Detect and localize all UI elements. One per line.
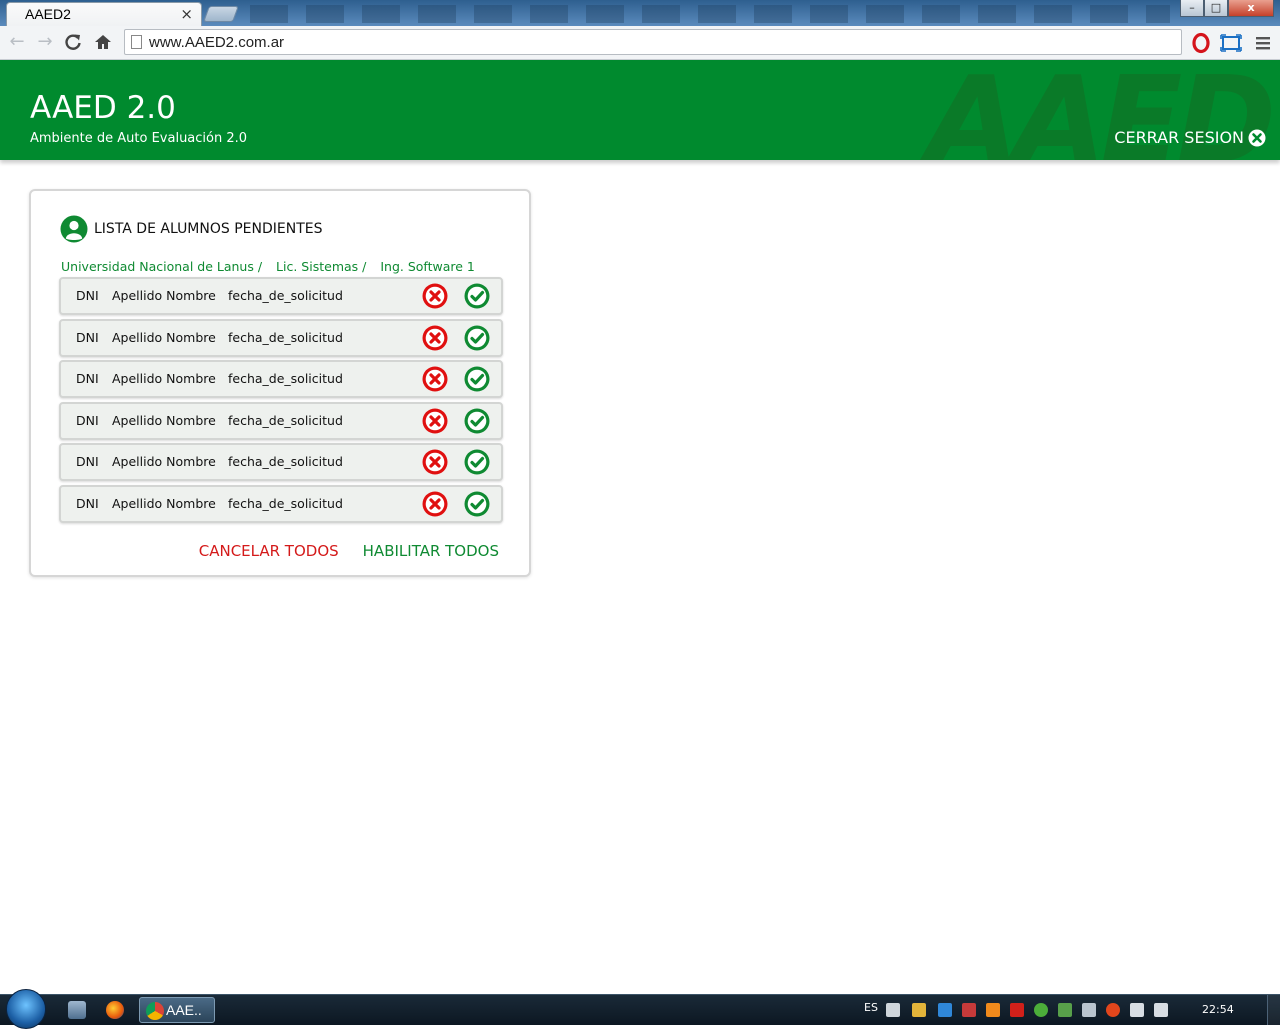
reject-icon[interactable] [422,408,448,434]
reject-icon[interactable] [422,325,448,351]
back-icon[interactable]: ← [6,31,28,53]
taskbar-task-label: AAE.. [166,1002,202,1018]
request-date: fecha_de_solicitud [228,495,343,511]
screenshot-extension-icon[interactable] [1220,32,1242,54]
cancel-all-button[interactable]: CANCELAR TODOS [199,542,339,560]
request-date: fecha_de_solicitud [228,412,343,428]
browser-tabstrip: AAED2 × – □ x [0,0,1280,26]
reject-icon[interactable] [422,449,448,475]
student-dni: DNI [76,412,99,428]
forward-icon[interactable]: → [34,31,56,53]
url-text: www.AAED2.com.ar [149,34,285,51]
student-dni: DNI [76,495,99,511]
new-tab-button[interactable] [203,6,239,22]
tray-app-icon[interactable] [1058,1003,1072,1017]
student-name: Apellido Nombre [112,454,216,469]
breadcrumb-course[interactable]: Ing. Software 1 [380,259,475,274]
keyboard-icon[interactable] [886,1003,900,1017]
network-icon[interactable] [1130,1003,1144,1017]
show-windows-icon[interactable] [68,1001,86,1019]
language-indicator[interactable]: ES [864,1001,878,1014]
dropbox-icon[interactable] [938,1003,952,1017]
browser-tab[interactable]: AAED2 × [6,2,202,26]
minimize-button[interactable]: – [1180,0,1204,17]
taskbar: AAE.. ES 22:54 [0,989,1280,1029]
utorrent-icon[interactable] [1034,1003,1048,1017]
breadcrumb-career[interactable]: Lic. Sistemas / [276,259,366,274]
accept-icon[interactable] [464,366,490,392]
logout-button[interactable]: CERRAR SESION [1114,128,1266,147]
pending-students-card: LISTA DE ALUMNOS PENDIENTES Universidad … [29,189,531,577]
tray-app-icon[interactable] [1106,1003,1120,1017]
students-list: DNI Apellido Nombre fecha_de_solicitud D… [59,277,503,526]
accept-icon[interactable] [464,408,490,434]
student-name: Apellido Nombre [112,371,216,386]
request-date: fecha_de_solicitud [228,454,343,469]
window-controls: – □ x [1180,0,1274,18]
user-icon [60,215,88,243]
reject-icon[interactable] [422,491,448,517]
app-title: AAED 2.0 [30,90,176,126]
address-bar[interactable]: www.AAED2.com.ar [124,29,1182,55]
student-row: DNI Apellido Nombre fecha_de_solicitud [59,484,503,523]
tab-title: AAED2 [25,6,71,22]
tab-close-icon[interactable]: × [180,5,193,23]
request-date: fecha_de_solicitud [228,288,343,303]
menu-icon[interactable] [1252,32,1274,54]
firefox-icon[interactable] [106,1001,124,1019]
student-row: DNI Apellido Nombre fecha_de_solicitud [59,443,503,481]
tray-app-icon[interactable] [912,1003,926,1017]
reject-icon[interactable] [422,283,448,309]
student-dni: DNI [76,454,99,469]
maximize-button[interactable]: □ [1204,0,1228,17]
app-header: AAED AAED 2.0 Ambiente de Auto Evaluació… [0,60,1280,160]
chrome-icon [146,1002,164,1020]
clock[interactable]: 22:54 [1202,1003,1234,1016]
tray-app-icon[interactable] [1082,1003,1096,1017]
start-button[interactable] [6,989,46,1029]
breadcrumb-university[interactable]: Universidad Nacional de Lanus / [61,259,262,274]
accept-icon[interactable] [464,283,490,309]
student-row: DNI Apellido Nombre fecha_de_solicitud [59,277,503,315]
student-name: Apellido Nombre [112,288,216,303]
show-desktop-button[interactable] [1267,995,1280,1025]
volume-icon[interactable] [1154,1003,1168,1017]
page-icon [131,35,142,49]
close-circle-icon [1248,129,1266,146]
browser-toolbar: ← → www.AAED2.com.ar [0,26,1280,60]
request-date: fecha_de_solicitud [228,371,343,386]
card-title: LISTA DE ALUMNOS PENDIENTES [94,221,323,237]
app-subtitle: Ambiente de Auto Evaluación 2.0 [30,131,248,146]
tray-app-icon[interactable] [962,1003,976,1017]
student-row: DNI Apellido Nombre fecha_de_solicitud [59,401,503,440]
card-header: LISTA DE ALUMNOS PENDIENTES [60,215,323,243]
reload-icon[interactable] [62,31,84,53]
student-row: DNI Apellido Nombre fecha_de_solicitud [59,318,503,357]
acrobat-icon[interactable] [1010,1003,1024,1017]
student-name: Apellido Nombre [112,412,216,428]
student-name: Apellido Nombre [112,329,216,345]
home-icon[interactable] [92,31,114,53]
accept-icon[interactable] [464,325,490,351]
student-dni: DNI [76,371,99,386]
student-row: DNI Apellido Nombre fecha_de_solicitud [59,360,503,398]
bulk-actions: CANCELAR TODOS HABILITAR TODOS [199,542,499,560]
accept-icon[interactable] [464,449,490,475]
logout-label: CERRAR SESION [1114,128,1244,147]
tray-app-icon[interactable] [986,1003,1000,1017]
request-date: fecha_de_solicitud [228,329,343,345]
student-dni: DNI [76,288,99,303]
enable-all-button[interactable]: HABILITAR TODOS [363,542,499,560]
accept-icon[interactable] [464,491,490,517]
student-name: Apellido Nombre [112,495,216,511]
taskbar-chrome-task[interactable]: AAE.. [139,997,215,1023]
reject-icon[interactable] [422,366,448,392]
student-dni: DNI [76,329,99,345]
breadcrumb: Universidad Nacional de Lanus / Lic. Sis… [61,259,485,274]
background-window-ghost [250,5,1170,23]
opera-extension-icon[interactable] [1190,32,1212,54]
close-window-button[interactable]: x [1228,0,1274,17]
